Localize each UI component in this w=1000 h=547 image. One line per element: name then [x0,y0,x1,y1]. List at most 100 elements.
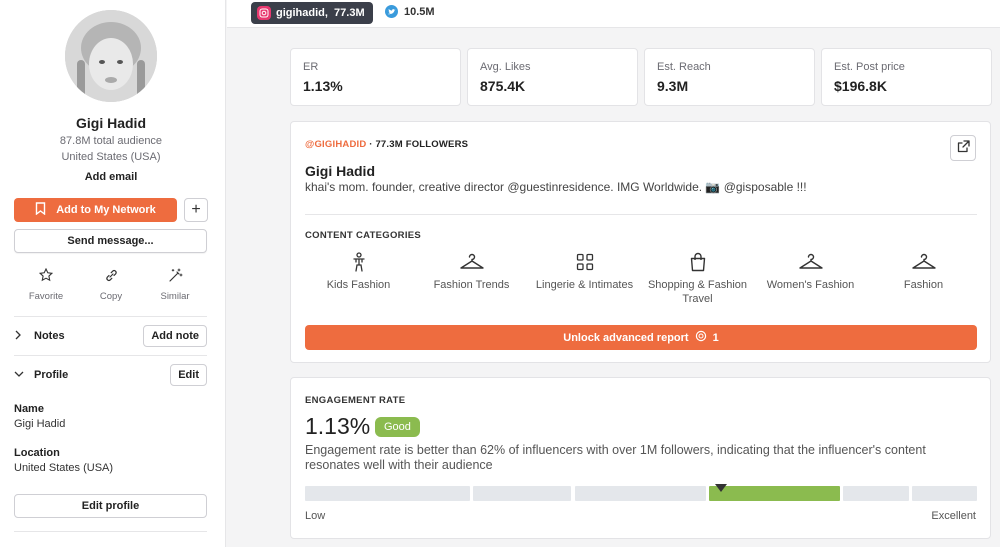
hanger-icon [415,250,528,274]
instagram-tab[interactable]: gigihadid, 77.3M [251,2,373,24]
engagement-description: Engagement rate is better than 62% of in… [305,443,926,472]
star-icon [14,265,78,285]
grid-icon [528,250,641,274]
sidebar: Gigi Hadid 87.8M total audience United S… [0,0,226,547]
unlock-count: 1 [712,331,719,344]
divider [14,531,207,532]
category-item: Shopping & Fashion Travel [641,250,754,306]
bookmark-icon [35,202,46,218]
divider [14,316,207,317]
profile-location: United States (USA) [61,151,161,163]
favorite-label: Favorite [28,291,64,302]
category-label: Kids Fashion [326,279,391,291]
scale-segment-active [709,486,840,501]
instagram-icon [257,6,271,20]
scale-low-label: Low [305,510,326,522]
location-field-value: United States (USA) [14,462,114,474]
hanger-icon [867,250,980,274]
handle-link[interactable]: @GIGIHADID [305,139,366,150]
stat-value: $196.8K [834,78,887,94]
notes-label: Notes [34,330,65,342]
divider [305,214,977,215]
external-link-icon [957,140,970,156]
stat-value: 875.4K [480,78,526,94]
category-item: Fashion [867,250,980,292]
profile-name: Gigi Hadid [76,115,146,131]
handle-line: @GIGIHADID · 77.3M FOLLOWERS [305,139,468,150]
hanger-icon [754,250,867,274]
stat-card-est-reach: Est. Reach 9.3M [644,48,815,106]
scale-segment [305,486,470,501]
category-item: Fashion Trends [415,250,528,292]
category-item: Kids Fashion [302,250,415,292]
add-to-network-label: Add to My Network [56,204,156,216]
twitter-tab[interactable]: 10.5M [385,5,435,18]
avatar [65,10,157,102]
profile-card: @GIGIHADID · 77.3M FOLLOWERS Gigi Hadid … [290,121,991,363]
category-label: Shopping & Fashion Travel [647,279,748,305]
stat-value: 9.3M [657,78,689,94]
scale-segment [473,486,571,501]
card-profile-name: Gigi Hadid [305,163,375,179]
status-badge: Good [375,417,420,437]
stat-label: Est. Post price [834,61,905,73]
external-link-button[interactable] [950,135,976,161]
engagement-value: 1.13% [305,413,371,439]
category-label: Women's Fashion [766,279,855,291]
divider [14,355,207,356]
chevron-right-icon [14,330,26,343]
name-field-value: Gigi Hadid [14,418,66,430]
magic-wand-icon [143,265,207,285]
stat-card-post-price: Est. Post price $196.8K [821,48,992,106]
twitter-icon [385,5,398,18]
stat-label: Avg. Likes [480,61,531,73]
profile-section[interactable]: Profile Edit [14,363,207,387]
engagement-title: ENGAGEMENT RATE [305,395,406,406]
shopping-bag-icon [641,250,754,274]
scale-marker [715,484,727,492]
platform-bar: gigihadid, 77.3M 10.5M [227,0,1000,28]
engagement-card: ENGAGEMENT RATE 1.13% Good Engagement ra… [290,377,991,539]
stat-label: ER [303,61,319,73]
notes-section[interactable]: Notes Add note [14,324,207,348]
similar-action[interactable]: Similar [143,265,207,302]
chevron-down-icon [14,370,26,381]
category-label: Fashion [903,279,944,291]
category-label: Lingerie & Intimates [535,279,634,291]
edit-profile-button[interactable]: Edit profile [14,494,207,518]
link-icon [79,265,143,285]
similar-label: Similar [160,291,190,302]
coin-icon [695,330,707,345]
edit-button[interactable]: Edit [170,364,207,386]
category-label: Fashion Trends [433,279,510,291]
add-to-network-button[interactable]: Add to My Network [14,198,177,222]
profile-bio: khai's mom. founder, creative director @… [305,180,807,194]
location-field-label: Location [14,447,60,459]
scale-segment [843,486,909,501]
unlock-label: Unlock advanced report [563,331,689,344]
stat-label: Est. Reach [657,61,711,73]
followers-count: · 77.3M FOLLOWERS [366,139,469,150]
content-categories-title: CONTENT CATEGORIES [305,230,422,241]
profile-section-label: Profile [34,369,69,381]
add-plus-button[interactable]: + [184,198,208,222]
stat-card-er: ER 1.13% [290,48,461,106]
scale-segment [575,486,706,501]
copy-action[interactable]: Copy [79,265,143,302]
twitter-label: 10.5M [404,5,435,18]
favorite-action[interactable]: Favorite [14,265,78,302]
unlock-report-button[interactable]: Unlock advanced report 1 [305,325,977,350]
copy-label: Copy [99,291,123,302]
add-email-link[interactable]: Add email [0,171,222,183]
scale-high-label: Excellent [931,510,976,522]
child-icon [302,250,415,274]
total-audience: 87.8M total audience [59,135,163,147]
add-note-button[interactable]: Add note [143,325,207,347]
stat-value: 1.13% [303,78,343,94]
name-field-label: Name [14,403,44,415]
stat-card-avg-likes: Avg. Likes 875.4K [467,48,638,106]
scale-segment [912,486,977,501]
send-message-button[interactable]: Send message... [14,229,207,253]
instagram-label: gigihadid, 77.3M [276,7,365,19]
category-item: Women's Fashion [754,250,867,292]
